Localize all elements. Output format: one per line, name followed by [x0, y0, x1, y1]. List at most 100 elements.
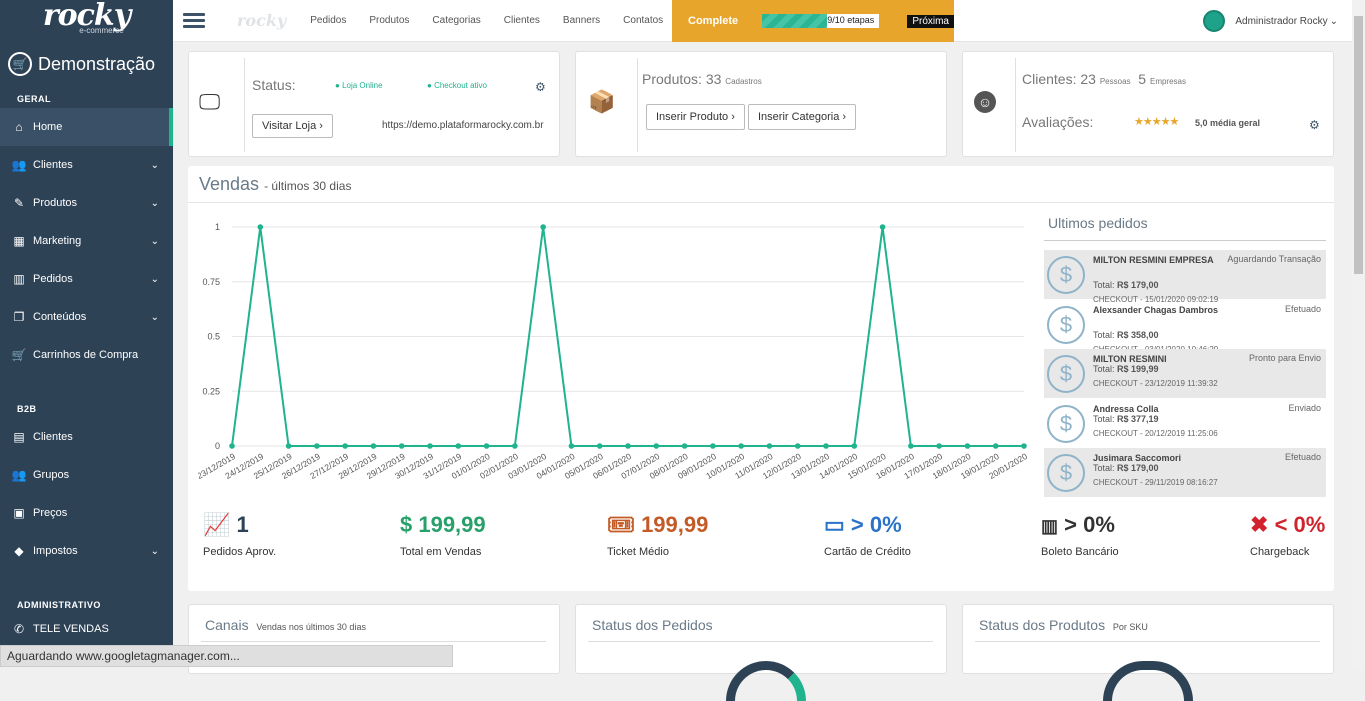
order-total: Total: R$ 199,99: [1093, 364, 1159, 374]
money-icon: ▣: [13, 506, 25, 520]
sidebar-item-tele-vendas[interactable]: ✆ TELE VENDAS: [0, 610, 173, 648]
copy-icon: ❐: [13, 310, 25, 324]
edit-icon: ✎: [13, 196, 25, 210]
sidebar-item-label: Grupos: [33, 469, 70, 481]
order-total: Total: R$ 179,00: [1093, 280, 1159, 290]
total-sales-label: Total em Vendas: [400, 546, 482, 558]
sidebar-logo[interactable]: rocky e-commerce: [0, 0, 173, 42]
dollar-icon: $: [1047, 305, 1085, 344]
y-tick-label: 0.25: [202, 386, 220, 396]
companies-label: Empresas: [1149, 77, 1186, 86]
insert-product-button[interactable]: Inserir Produto ›: [646, 104, 745, 130]
data-point: [738, 443, 744, 449]
sidebar-item-impostos[interactable]: ◆ Impostos ⌄: [0, 532, 173, 570]
section-b2b: B2B: [17, 404, 37, 414]
data-point: [540, 224, 546, 230]
insert-category-button[interactable]: Inserir Categoria ›: [748, 104, 857, 130]
topbar-logo[interactable]: rocky: [237, 11, 286, 30]
data-point: [992, 443, 999, 449]
scrollbar-thumb[interactable]: [1354, 16, 1363, 274]
sidebar-item-label: Conteúdos: [33, 311, 87, 323]
data-point: [512, 443, 518, 449]
sidebar-item-label: Pedidos: [33, 273, 73, 285]
chevron-down-icon: ⌄: [150, 235, 159, 247]
sidebar-item-b2b-clientes[interactable]: ▤ Clientes: [0, 418, 173, 456]
order-list-item[interactable]: $ Jusimara Saccomori Efetuado Total: R$ 179…: [1044, 448, 1326, 497]
user-menu[interactable]: Administrador Rocky ⌄: [1203, 10, 1338, 32]
sidebar-item-marketing[interactable]: ▦ Marketing ⌄: [0, 222, 173, 260]
top-menu-clientes[interactable]: Clientes: [504, 15, 540, 26]
top-menu-categorias[interactable]: Categorias: [432, 15, 480, 26]
order-list-item[interactable]: $ MILTON RESMINI Pronto para Envio Total: R…: [1044, 349, 1326, 398]
y-tick-label: 1: [215, 222, 220, 232]
clients-count: 23: [1080, 71, 1096, 87]
order-list-item[interactable]: $ MILTON RESMINI EMPRESA Aguardando Transa…: [1044, 250, 1326, 304]
sidebar-item-label: Produtos: [33, 197, 78, 209]
data-point: [285, 443, 292, 449]
avatar: [1203, 10, 1226, 32]
store-name[interactable]: 🛒 Demonstração: [0, 42, 173, 86]
top-menu-contatos[interactable]: Contatos: [623, 15, 663, 26]
visit-store-button[interactable]: Visitar Loja ›: [252, 114, 333, 138]
data-point: [766, 443, 773, 449]
top-menu-pedidos[interactable]: Pedidos: [310, 15, 346, 26]
store-url[interactable]: https://demo.plataformarocky.com.br: [382, 120, 544, 131]
sidebar-item-carrinhos[interactable]: 🛒 Carrinhos de Compra: [0, 336, 173, 374]
dollar-icon: $: [1047, 355, 1085, 393]
data-point: [879, 224, 886, 230]
metric-boleto: ▥ > 0% Boleto Bancário: [1041, 512, 1119, 558]
products-count: 33: [705, 71, 722, 87]
menu-icon[interactable]: [183, 13, 205, 28]
top-menu-banners[interactable]: Banners: [563, 15, 600, 26]
clients-card: ☺ Clientes: 23 Pessoas 5 Empresas Avalia…: [962, 51, 1334, 157]
products-card: 📦 Produtos: 33 Cadastros Inserir Produto…: [575, 51, 947, 157]
dollar-icon: $: [1047, 256, 1085, 294]
box-icon: 📦: [588, 89, 616, 114]
next-step-button[interactable]: Próxima: [907, 14, 954, 28]
home-icon: ⌂: [15, 120, 23, 134]
gear-icon[interactable]: ⚙: [535, 80, 546, 94]
sales-subtitle: - últimos 30 dias: [264, 179, 352, 193]
sidebar-item-grupos[interactable]: 👥 Grupos: [0, 456, 173, 494]
monitor-icon: 🖵: [199, 89, 221, 114]
order-status: Aguardando Transação: [1227, 254, 1321, 264]
sidebar-item-label: TELE VENDAS: [33, 623, 109, 635]
checkout-active-badge: ● Checkout ativo: [427, 81, 487, 90]
data-point: [455, 443, 462, 449]
top-menu-produtos[interactable]: Produtos: [369, 15, 409, 26]
store-label: Demonstração: [38, 53, 156, 74]
products-count-label: Cadastros: [725, 77, 762, 86]
sidebar-item-precos[interactable]: ▣ Preços: [0, 494, 173, 532]
order-total-label: Total:: [1093, 364, 1115, 374]
sidebar-item-label: Impostos: [33, 545, 78, 557]
sidebar-item-home[interactable]: ⌂ Home: [0, 108, 173, 146]
order-status-donut: [726, 661, 806, 701]
metric-value: 📈 1: [203, 512, 276, 538]
sidebar-item-pedidos[interactable]: ▥ Pedidos ⌄: [0, 260, 173, 298]
clients-title: Clientes:: [1022, 71, 1077, 87]
status-card: 🖵 Status: ● Loja Online ● Checkout ativo…: [188, 51, 560, 157]
order-total: Total: R$ 377,19: [1093, 414, 1159, 424]
approved-orders-label: Pedidos Aprov.: [203, 546, 277, 558]
data-point: [823, 443, 829, 449]
sidebar-item-conteudos[interactable]: ❐ Conteúdos ⌄: [0, 298, 173, 336]
order-status-card: Status dos Pedidos: [575, 604, 947, 701]
user-name: Administrador Rocky: [1235, 15, 1328, 27]
sidebar-item-produtos[interactable]: ✎ Produtos ⌄: [0, 184, 173, 222]
order-list-item[interactable]: $ Alexsander Chagas Dambros Efetuado Total:…: [1044, 300, 1326, 354]
order-total-label: Total:: [1093, 329, 1115, 340]
order-customer: MILTON RESMINI EMPRESA: [1093, 255, 1214, 265]
data-point: [370, 443, 377, 449]
average-ticket-value: 199,99: [641, 512, 709, 537]
gear-icon[interactable]: ⚙: [1309, 118, 1320, 132]
data-point: [229, 443, 235, 449]
page-scrollbar[interactable]: [1352, 0, 1365, 667]
order-total: Total: R$ 179,00: [1093, 463, 1159, 473]
sidebar-item-clientes[interactable]: 👥 Clientes ⌄: [0, 146, 173, 184]
visit-store-label: Visitar Loja: [262, 120, 317, 132]
order-status: Efetuado: [1284, 303, 1321, 314]
order-list-item[interactable]: $ Andressa Colla Enviado Total: R$ 377,19 CH…: [1044, 399, 1326, 448]
data-point: [851, 443, 858, 449]
setup-progress-bar: 9/10 etapas: [761, 14, 880, 28]
data-point: [625, 443, 631, 449]
